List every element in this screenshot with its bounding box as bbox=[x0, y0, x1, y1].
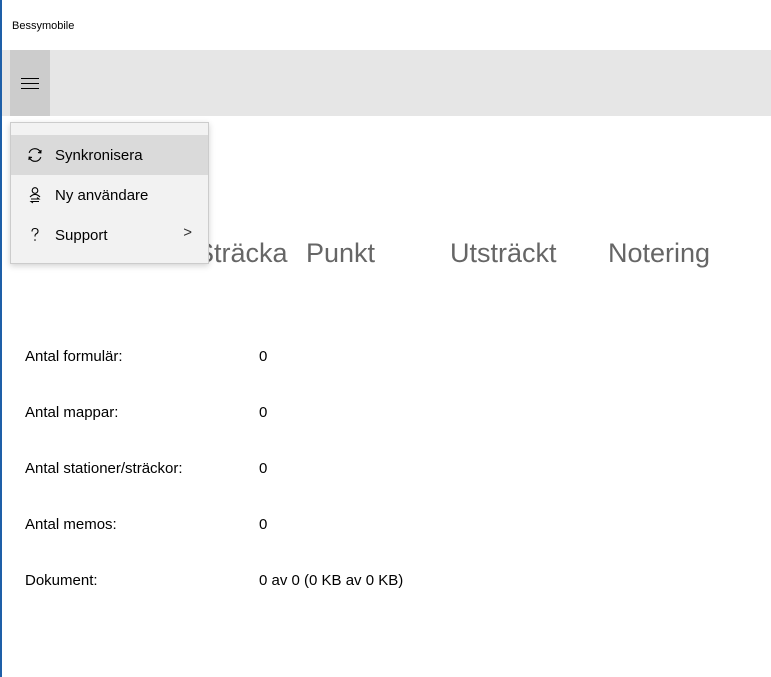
menu-item-ny-anvandare[interactable]: Ny användare bbox=[11, 175, 208, 215]
stat-label: Dokument: bbox=[25, 572, 98, 589]
stat-label: Antal memos: bbox=[25, 516, 117, 533]
menu-item-support[interactable]: Support > bbox=[11, 215, 208, 255]
pivot-tab-punkt[interactable]: Punkt bbox=[306, 238, 375, 269]
menu-item-label: Synkronisera bbox=[55, 146, 143, 164]
pivot-tab-notering[interactable]: Notering bbox=[608, 238, 710, 269]
app-window: Bessymobile Sträcka Punkt Utsträckt Note… bbox=[0, 0, 771, 677]
question-icon bbox=[25, 226, 45, 244]
stat-value: 0 bbox=[259, 516, 268, 533]
stat-value: 0 bbox=[259, 460, 268, 477]
pivot-tab-stracka[interactable]: Sträcka bbox=[196, 238, 288, 269]
stat-value: 0 bbox=[259, 348, 268, 365]
menu-item-label: Ny användare bbox=[55, 186, 149, 204]
title-bar: Bessymobile bbox=[2, 0, 771, 50]
hamburger-dropdown-menu: Synkronisera Ny användare Support > bbox=[10, 122, 209, 264]
menu-item-label: Support bbox=[55, 226, 108, 244]
pivot-tab-utstrackt[interactable]: Utsträckt bbox=[450, 238, 557, 269]
stat-value: 0 av 0 (0 KB av 0 KB) bbox=[259, 572, 404, 589]
stat-value: 0 bbox=[259, 404, 268, 421]
stat-label: Antal formulär: bbox=[25, 348, 123, 365]
hamburger-icon bbox=[21, 77, 39, 89]
app-title: Bessymobile bbox=[12, 20, 75, 32]
hamburger-menu-button[interactable] bbox=[10, 50, 50, 116]
stat-label: Antal mappar: bbox=[25, 404, 119, 421]
chevron-right-icon: > bbox=[183, 224, 192, 241]
stat-label: Antal stationer/sträckor: bbox=[25, 460, 183, 477]
menu-item-synkronisera[interactable]: Synkronisera bbox=[11, 135, 208, 175]
switch-user-icon bbox=[25, 186, 45, 204]
command-bar bbox=[2, 50, 771, 116]
sync-icon bbox=[25, 146, 45, 164]
